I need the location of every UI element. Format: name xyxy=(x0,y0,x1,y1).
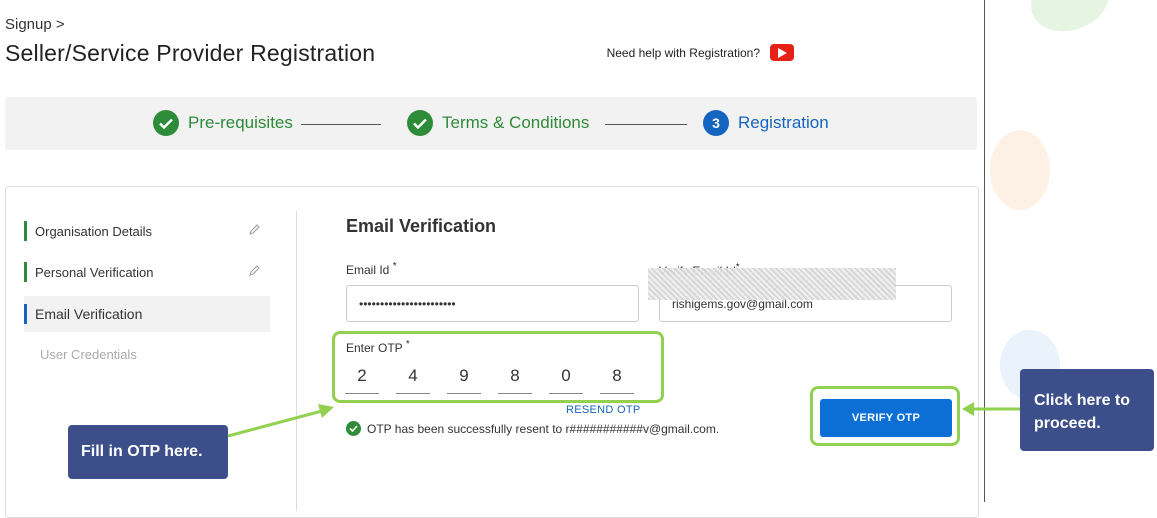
youtube-icon[interactable] xyxy=(770,44,794,61)
email-field[interactable]: ••••••••••••••••••••••• xyxy=(346,285,639,322)
step-number: 3 xyxy=(703,110,729,136)
step-connector xyxy=(301,124,381,125)
step-label: Registration xyxy=(738,113,829,132)
step-connector xyxy=(605,124,687,125)
required-mark: * xyxy=(392,261,397,272)
step-label: Terms & Conditions xyxy=(442,113,590,132)
sidebar-item-label: User Credentials xyxy=(40,346,137,362)
pencil-icon[interactable] xyxy=(248,265,260,280)
status-text: OTP has been successfully resent to r###… xyxy=(367,421,720,436)
sidebar-item-label: Email Verification xyxy=(35,306,143,322)
check-icon xyxy=(407,110,433,136)
otp-highlight-box xyxy=(332,331,664,403)
sidebar-item-user-credentials[interactable]: User Credentials xyxy=(24,336,270,372)
decorative-blob-green xyxy=(1022,0,1118,42)
sidebar-item-organisation-details[interactable]: Organisation Details xyxy=(24,213,270,249)
sidebar-item-label: Organisation Details xyxy=(35,223,153,239)
status-bar xyxy=(24,304,27,324)
decorative-blob-orange xyxy=(990,130,1050,210)
registration-stepper: Pre-requisites Terms & Conditions 3 Regi… xyxy=(5,97,977,150)
callout-proceed: Click here to proceed. xyxy=(1020,369,1154,451)
step-terms[interactable]: Terms & Conditions xyxy=(407,110,589,136)
sidebar-divider xyxy=(296,211,297,511)
email-label-text: Email Id xyxy=(346,263,390,277)
help-text: Need help with Registration? xyxy=(606,45,760,60)
step-prerequisites[interactable]: Pre-requisites xyxy=(153,110,293,136)
page-title: Seller/Service Provider Registration xyxy=(5,40,376,66)
sidebar-item-label: Personal Verification xyxy=(35,264,154,280)
otp-status-message: OTP has been successfully resent to r###… xyxy=(346,421,719,436)
sidebar-item-personal-verification[interactable]: Personal Verification xyxy=(24,254,270,290)
help-link[interactable]: Need help with Registration? xyxy=(607,44,794,61)
check-icon xyxy=(346,421,361,436)
status-bar xyxy=(24,221,27,241)
step-registration[interactable]: 3 Registration xyxy=(703,110,829,136)
redaction-overlay xyxy=(648,268,896,300)
section-title: Email Verification xyxy=(346,216,497,236)
callout-fill-otp: Fill in OTP here. xyxy=(68,425,228,479)
verify-otp-button[interactable]: VERIFY OTP xyxy=(820,399,952,437)
step-label: Pre-requisites xyxy=(188,113,293,132)
check-icon xyxy=(153,110,179,136)
sidebar-item-email-verification[interactable]: Email Verification xyxy=(24,296,270,332)
email-label: Email Id * xyxy=(346,261,397,277)
pencil-icon[interactable] xyxy=(248,224,260,239)
resend-otp-link[interactable]: RESEND OTP xyxy=(566,404,641,416)
breadcrumb[interactable]: Signup > xyxy=(5,16,65,33)
status-bar xyxy=(24,262,27,282)
